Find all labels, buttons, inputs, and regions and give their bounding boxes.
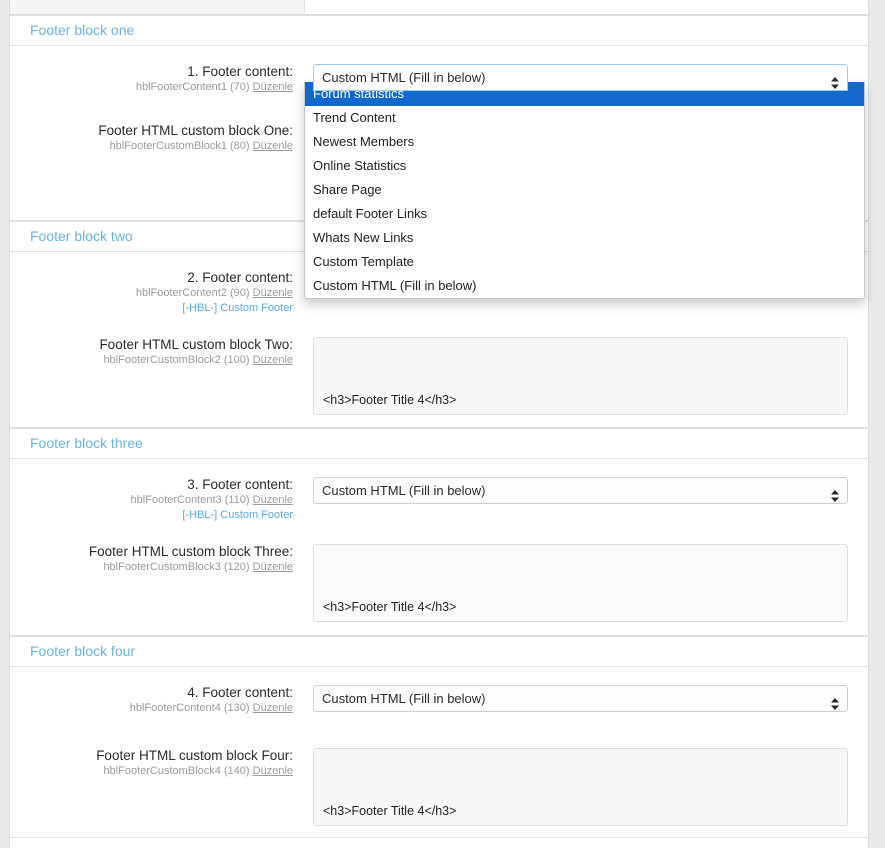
section-title-three: Footer block three (10, 428, 868, 459)
phrase-name-4: hblFooterContent4 (129, 702, 221, 714)
select-spinner-icon-1 (831, 72, 839, 89)
select-spinner-icon-3 (831, 485, 839, 502)
phrase-name-2: hblFooterContent2 (135, 287, 227, 299)
section-footer-block-three: Footer block three 3. Footer content: hb… (10, 428, 868, 636)
field-row-custom-block-2: Footer HTML custom block Two: hblFooterC… (10, 316, 868, 415)
label-footer-content-1: 1. Footer content: (187, 64, 293, 79)
select-footer-content-3[interactable]: Custom HTML (Fill in below) (313, 477, 848, 504)
phrase-name-cb2: hblFooterCustomBlock2 (103, 354, 221, 366)
label-cell-custom-block-2: Footer HTML custom block Two: hblFooterC… (10, 337, 304, 368)
label-cell-footer-content-3: 3. Footer content: hblFooterContent3 (11… (10, 477, 304, 523)
label-cell-custom-block-4: Footer HTML custom block Four: hblFooter… (10, 748, 304, 779)
textarea-custom-block-4[interactable]: <h3>Footer Title 4</h3> <p>You can edit … (313, 748, 848, 826)
label-custom-block-4: Footer HTML custom block Four: (96, 748, 293, 763)
clipped-row-right (305, 0, 868, 14)
select-footer-content-4[interactable]: Custom HTML (Fill in below) (313, 685, 848, 712)
label-footer-content-4: 4. Footer content: (187, 685, 293, 700)
control-cell-custom-block-3: <h3>Footer Title 4</h3> <p>You can edit … (304, 544, 868, 622)
label-sub-custom-block-1: hblFooterCustomBlock1 (80) Düzenle (18, 139, 293, 154)
label-sub-footer-content-3: hblFooterContent3 (110) Düzenle (18, 493, 293, 508)
textarea-line-1-cb4: <h3>Footer Title 4</h3> (323, 804, 457, 818)
field-row-custom-block-3: Footer HTML custom block Three: hblFoote… (10, 523, 868, 622)
control-cell-footer-content-1: Custom HTML (Fill in below) (304, 64, 868, 91)
textarea-custom-block-3[interactable]: <h3>Footer Title 4</h3> <p>You can edit … (313, 544, 848, 622)
phrase-id-1: (70) (230, 81, 250, 93)
label-sub-footer-content-1: hblFooterContent1 (70) Düzenle (18, 80, 293, 95)
label-sub-footer-content-4: hblFooterContent4 (130) Düzenle (18, 701, 293, 716)
edit-link-cb4[interactable]: Düzenle (253, 765, 293, 777)
select-spinner-icon-4 (831, 693, 839, 710)
dropdown-footer-content-1[interactable]: Forum statistics Trend Content Newest Memb… (304, 82, 865, 299)
label-sub-footer-content-2: hblFooterContent2 (90) Düzenle (18, 286, 293, 301)
section-body-four: 4. Footer content: hblFooterContent4 (13… (10, 667, 868, 838)
edit-link-3[interactable]: Düzenle (253, 494, 293, 506)
clipped-row-left (10, 0, 305, 14)
control-cell-footer-content-4: Custom HTML (Fill in below) (304, 685, 868, 712)
edit-link-cb2[interactable]: Düzenle (253, 354, 293, 366)
select-value-1: Custom HTML (Fill in below) (322, 70, 486, 85)
dropdown-option-3[interactable]: Online Statistics (305, 154, 864, 178)
dropdown-option-2[interactable]: Newest Members (305, 130, 864, 154)
dropdown-option-8[interactable]: Custom HTML (Fill in below) (305, 274, 864, 298)
section-title-four: Footer block four (10, 636, 868, 667)
section-body-three: 3. Footer content: hblFooterContent3 (11… (10, 459, 868, 636)
edit-link-cb3[interactable]: Düzenle (253, 561, 293, 573)
dropdown-option-4[interactable]: Share Page (305, 178, 864, 202)
select-footer-content-1[interactable]: Custom HTML (Fill in below) (313, 64, 848, 91)
edit-link-2[interactable]: Düzenle (253, 287, 293, 299)
edit-link-cb1[interactable]: Düzenle (253, 140, 293, 152)
label-sub-custom-block-2: hblFooterCustomBlock2 (100) Düzenle (18, 353, 293, 368)
label-sub-custom-block-4: hblFooterCustomBlock4 (140) Düzenle (18, 764, 293, 779)
label-custom-block-3: Footer HTML custom block Three: (88, 544, 293, 559)
label-cell-custom-block-1: Footer HTML custom block One: hblFooterC… (10, 123, 304, 154)
phrase-name-cb3: hblFooterCustomBlock3 (103, 561, 221, 573)
label-custom-block-2: Footer HTML custom block Two: (99, 337, 293, 352)
section-title-one: Footer block one (10, 15, 868, 46)
dropdown-option-6[interactable]: Whats New Links (305, 226, 864, 250)
label-cell-footer-content-4: 4. Footer content: hblFooterContent4 (13… (10, 685, 304, 716)
dropdown-option-1[interactable]: Trend Content (305, 106, 864, 130)
edit-link-1[interactable]: Düzenle (253, 81, 293, 93)
select-value-3: Custom HTML (Fill in below) (322, 483, 486, 498)
label-custom-block-1: Footer HTML custom block One: (98, 123, 293, 138)
phrase-id-cb4: (140) (223, 765, 250, 777)
phrase-id-3: (110) (224, 494, 250, 506)
section-footer-block-four: Footer block four 4. Footer content: hbl… (10, 636, 868, 838)
dropdown-option-7[interactable]: Custom Template (305, 250, 864, 274)
phrase-id-cb3: (120) (223, 561, 250, 573)
phrase-name-cb1: hblFooterCustomBlock1 (109, 140, 227, 152)
select-value-4: Custom HTML (Fill in below) (322, 691, 486, 706)
textarea-line-1-cb2: <h3>Footer Title 4</h3> (323, 393, 457, 407)
field-row-footer-content-4: 4. Footer content: hblFooterContent4 (13… (10, 667, 868, 716)
label-cell-footer-content-2: 2. Footer content: hblFooterContent2 (90… (10, 270, 304, 316)
field-row-footer-content-1: 1. Footer content: hblFooterContent1 (70… (10, 46, 868, 95)
control-cell-custom-block-4: <h3>Footer Title 4</h3> <p>You can edit … (304, 748, 868, 826)
label-sub-custom-block-3: hblFooterCustomBlock3 (120) Düzenle (18, 560, 293, 575)
bottom-spacer (10, 838, 868, 848)
phrase-id-2: (90) (230, 287, 250, 299)
edit-link-4[interactable]: Düzenle (253, 702, 293, 714)
custom-footer-link-2[interactable]: [-HBL-] Custom Footer (18, 301, 293, 316)
textarea-custom-block-2[interactable]: <h3>Footer Title 4</h3> <p>You can edit … (313, 337, 848, 415)
label-footer-content-2: 2. Footer content: (187, 270, 293, 285)
dropdown-option-5[interactable]: default Footer Links (305, 202, 864, 226)
phrase-id-4: (130) (223, 702, 250, 714)
phrase-id-cb1: (80) (230, 140, 250, 152)
field-row-custom-block-4: Footer HTML custom block Four: hblFooter… (10, 716, 868, 826)
clipped-previous-row (10, 0, 868, 15)
phrase-name-3: hblFooterContent3 (130, 494, 222, 506)
control-cell-custom-block-2: <h3>Footer Title 4</h3> <p>You can edit … (304, 337, 868, 415)
custom-footer-link-3[interactable]: [-HBL-] Custom Footer (18, 508, 293, 523)
control-cell-footer-content-3: Custom HTML (Fill in below) (304, 477, 868, 504)
label-cell-custom-block-3: Footer HTML custom block Three: hblFoote… (10, 544, 304, 575)
label-footer-content-3: 3. Footer content: (187, 477, 293, 492)
phrase-name-cb4: hblFooterCustomBlock4 (103, 765, 221, 777)
label-cell-footer-content-1: 1. Footer content: hblFooterContent1 (70… (10, 64, 304, 95)
phrase-name-1: hblFooterContent1 (135, 81, 227, 93)
textarea-line-1-cb3: <h3>Footer Title 4</h3> (323, 600, 457, 614)
phrase-id-cb2: (100) (223, 354, 250, 366)
field-row-footer-content-3: 3. Footer content: hblFooterContent3 (11… (10, 459, 868, 523)
